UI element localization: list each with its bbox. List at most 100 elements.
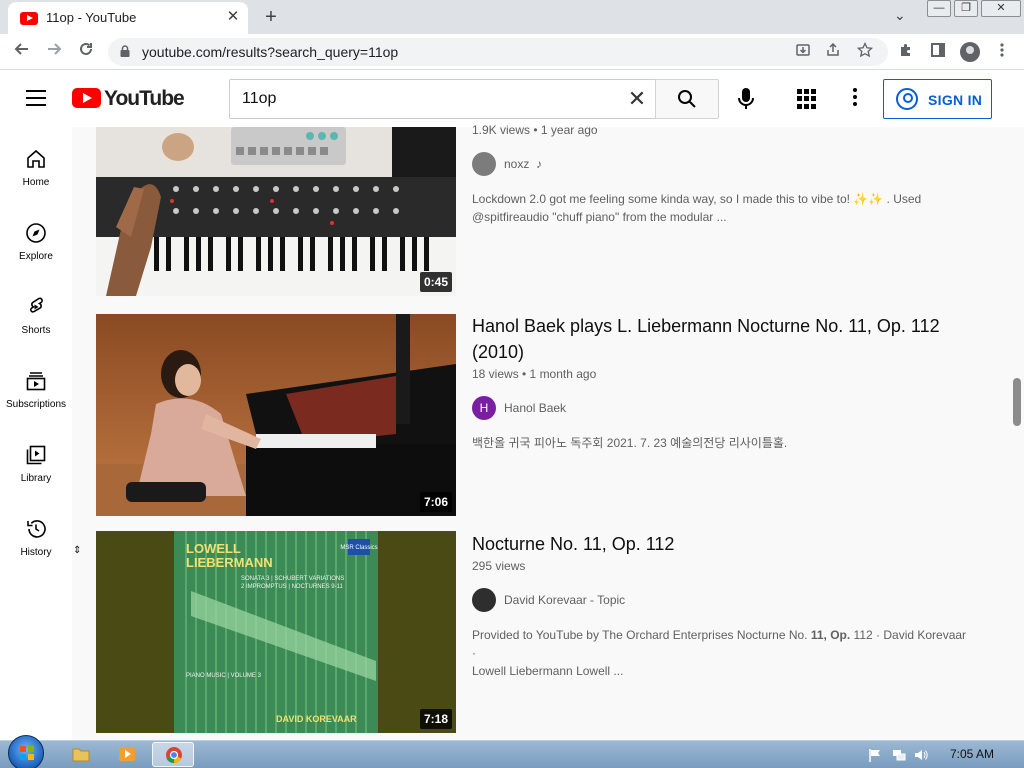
- video-description: 백한올 귀국 피아노 독주회 2021. 7. 23 예술의전당 리사이틀홀.: [472, 436, 788, 450]
- video-meta: 1.9K views • 1 year ago: [472, 123, 598, 137]
- back-arrow-icon[interactable]: [10, 40, 34, 64]
- synthesizer-thumbnail-image: [96, 127, 456, 296]
- channel-name[interactable]: David Korevaar - Topic: [504, 593, 625, 607]
- channel-avatar[interactable]: [472, 152, 496, 176]
- video-duration-badge: 7:06: [419, 492, 452, 512]
- sign-in-label: SIGN IN: [928, 92, 983, 108]
- mini-guide-sidebar: Home Explore Shorts Subscriptions Librar…: [0, 127, 72, 740]
- lock-icon[interactable]: [120, 45, 130, 57]
- channel-avatar[interactable]: [472, 588, 496, 612]
- account-circle-icon: [896, 88, 918, 110]
- album-cover-thumbnail-image: MSR Classics LOWELL LIEBERMANN SONATA 3 …: [96, 531, 456, 733]
- sidebar-item-explore[interactable]: Explore: [0, 211, 72, 285]
- sidebar-item-label: Home: [22, 177, 50, 188]
- tab-search-chevron-icon[interactable]: ⌄: [894, 7, 906, 24]
- video-meta: 18 views • 1 month ago: [472, 367, 597, 381]
- sign-in-button[interactable]: SIGN IN: [883, 79, 992, 119]
- reload-icon[interactable]: [74, 40, 98, 64]
- video-thumbnail[interactable]: 0:45: [96, 127, 456, 296]
- bookmark-star-icon[interactable]: [854, 41, 876, 62]
- clear-search-icon[interactable]: ✕: [626, 87, 648, 111]
- album-artist-line1: LOWELL: [186, 541, 241, 556]
- hamburger-menu-icon[interactable]: [26, 90, 46, 106]
- tab-title: 11op - YouTube: [46, 10, 137, 25]
- search-input[interactable]: 11op ✕: [229, 79, 656, 119]
- tab-close-icon[interactable]: ✕: [224, 8, 242, 26]
- sidebar-item-history[interactable]: History: [0, 507, 72, 581]
- home-icon: [27, 149, 45, 168]
- window-controls: — ❐ ✕: [927, 0, 1024, 18]
- network-icon[interactable]: [892, 748, 906, 762]
- subscriptions-icon: [26, 372, 46, 391]
- media-player-icon: [119, 747, 135, 761]
- album-artist-line2: LIEBERMANN: [186, 555, 273, 570]
- video-meta: 295 views: [472, 559, 526, 573]
- file-explorer-taskbar-button[interactable]: [60, 742, 102, 767]
- window-minimize-button[interactable]: —: [927, 0, 951, 17]
- sidebar-item-label: Library: [20, 473, 52, 484]
- microphone-icon[interactable]: [734, 86, 758, 112]
- sidebar-item-label: History: [20, 547, 52, 558]
- settings-kebab-icon[interactable]: [850, 88, 860, 108]
- album-works-line1: SONATA 3 | SCHUBERT VARIATIONS: [241, 576, 344, 582]
- windows-taskbar: 7:05 AM: [0, 735, 1024, 768]
- youtube-favicon-icon: [20, 12, 38, 25]
- scrollbar-thumb[interactable]: [1013, 378, 1021, 426]
- browser-menu-kebab-icon[interactable]: [991, 42, 1013, 62]
- music-note-icon: ♪: [536, 157, 543, 171]
- sidebar-item-library[interactable]: Library: [0, 433, 72, 507]
- address-bar[interactable]: youtube.com/results?search_query=11op: [108, 38, 888, 66]
- sidebar-item-label: Subscriptions: [5, 399, 67, 410]
- video-title-link[interactable]: Hanol Baek plays L. Liebermann Nocturne …: [472, 313, 972, 365]
- library-icon: [26, 445, 46, 465]
- forward-arrow-icon[interactable]: [42, 40, 66, 64]
- windows-flag-icon: [20, 746, 34, 760]
- chrome-taskbar-button[interactable]: [152, 742, 194, 767]
- channel-name[interactable]: noxz ♪: [504, 157, 542, 171]
- video-title-link[interactable]: Nocturne No. 11, Op. 112: [472, 531, 972, 557]
- sidebar-item-subscriptions[interactable]: Subscriptions: [0, 359, 72, 433]
- new-tab-button[interactable]: +: [258, 4, 284, 30]
- video-thumbnail[interactable]: 7:06: [96, 314, 456, 516]
- youtube-logo-icon[interactable]: [72, 88, 101, 108]
- channel-avatar[interactable]: H: [472, 396, 496, 420]
- browser-tab[interactable]: 11op - YouTube ✕: [8, 2, 248, 34]
- sidebar-item-label: Explore: [19, 251, 53, 262]
- resize-arrow-icon[interactable]: ⇕: [73, 545, 81, 556]
- chrome-icon: [166, 747, 182, 764]
- sidebar-item-home[interactable]: Home: [0, 137, 72, 211]
- album-series-text: PIANO MUSIC | VOLUME 3: [186, 673, 262, 679]
- page-scrollbar[interactable]: [1012, 127, 1024, 740]
- install-icon[interactable]: [792, 42, 814, 62]
- extensions-puzzle-icon[interactable]: [895, 42, 917, 62]
- search-query-text[interactable]: 11op: [242, 90, 276, 108]
- profile-avatar-icon[interactable]: [960, 42, 980, 62]
- shorts-icon: [30, 297, 43, 313]
- volume-icon[interactable]: [914, 748, 928, 762]
- youtube-apps-grid-icon[interactable]: [797, 89, 817, 109]
- video-thumbnail[interactable]: MSR Classics LOWELL LIEBERMANN SONATA 3 …: [96, 531, 456, 733]
- video-description: Lockdown 2.0 got me feeling some kinda w…: [472, 192, 922, 224]
- pianist-thumbnail-image: [96, 314, 456, 516]
- search-icon: [678, 90, 696, 108]
- browser-tabstrip: 11op - YouTube ✕ + ⌄ — ❐ ✕: [0, 0, 1024, 34]
- video-duration-badge: 7:18: [419, 709, 452, 729]
- start-button[interactable]: [8, 735, 44, 768]
- url-text[interactable]: youtube.com/results?search_query=11op: [142, 44, 398, 60]
- taskbar-clock[interactable]: 7:05 AM: [950, 747, 994, 761]
- window-close-button[interactable]: ✕: [981, 0, 1021, 17]
- history-icon: [27, 520, 46, 538]
- side-panel-icon[interactable]: [927, 42, 949, 62]
- search-button[interactable]: [655, 79, 719, 119]
- media-player-taskbar-button[interactable]: [106, 742, 148, 767]
- window-restore-button[interactable]: ❐: [954, 0, 978, 17]
- browser-toolbar: youtube.com/results?search_query=11op: [0, 34, 1024, 70]
- channel-name[interactable]: Hanol Baek: [504, 401, 566, 415]
- video-description: Provided to YouTube by The Orchard Enter…: [472, 628, 967, 678]
- youtube-logo-text[interactable]: YouTube: [104, 87, 185, 111]
- sidebar-item-shorts[interactable]: Shorts: [0, 285, 72, 359]
- action-center-flag-icon[interactable]: [868, 748, 882, 762]
- sidebar-item-label: Shorts: [21, 325, 51, 336]
- album-performer-text: DAVID KOREVAAR: [276, 714, 357, 724]
- share-icon[interactable]: [822, 42, 844, 62]
